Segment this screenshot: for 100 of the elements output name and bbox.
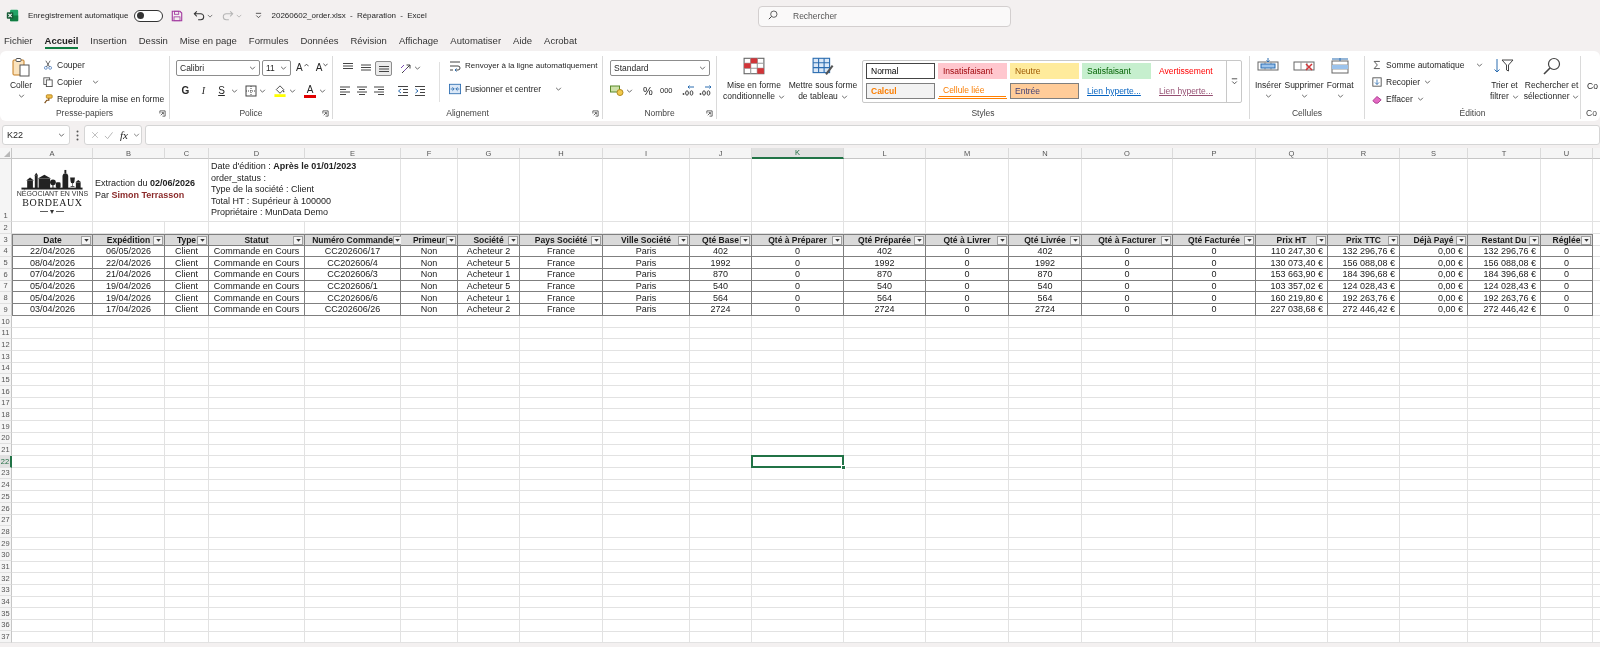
fill-handle[interactable] [841,464,846,470]
more-options-icon[interactable] [76,129,79,141]
caret-icon[interactable] [206,13,213,18]
percent-style-button[interactable]: % [641,83,655,98]
delete-button[interactable]: Supprimer [1284,56,1324,98]
paste-button[interactable]: Coller [4,56,38,98]
ribbon-button[interactable]: Co [1587,56,1598,91]
find-select-button[interactable]: Rechercher et sélectionner [1523,56,1580,102]
filter-button[interactable] [1581,235,1591,245]
caret-icon[interactable] [626,88,633,93]
autosave-toggle[interactable] [133,9,163,22]
filter-button[interactable] [1388,235,1398,245]
wrap-text-button[interactable]: Renvoyer à la ligne automatiquement [447,57,600,74]
menu-tab[interactable]: Aide [513,33,533,49]
cell-style-button[interactable]: Lien hyperte... [1082,83,1151,99]
dialog-launcher-icon[interactable] [159,109,166,117]
menu-tab[interactable]: Automatiser [450,33,502,49]
check-icon[interactable] [104,130,113,140]
insert-function-button[interactable]: fx [120,129,128,141]
dialog-launcher-icon[interactable] [592,109,599,117]
menu-tab[interactable]: Insertion [90,33,127,49]
filter-button[interactable] [1070,235,1080,245]
filter-button[interactable] [1529,235,1539,245]
menu-tab[interactable]: Affichage [398,33,439,49]
align-left-icon[interactable] [339,84,351,97]
borders-icon[interactable] [245,84,257,97]
decrease-indent-icon[interactable] [397,84,409,97]
align-bottom-button[interactable] [375,60,392,76]
filter-button[interactable] [997,235,1007,245]
accounting-format-icon[interactable] [610,84,624,97]
caret-icon[interactable] [1476,62,1484,67]
filter-button[interactable] [1161,235,1171,245]
menu-tab[interactable]: Formules [248,33,289,49]
bold-button[interactable]: G [178,83,193,98]
menu-tab[interactable]: Données [300,33,339,49]
format-button[interactable]: Format [1326,56,1354,98]
align-center-icon[interactable] [356,84,368,97]
underline-button[interactable]: S [214,83,229,98]
merge-center-button[interactable]: Fusionner et centrer [447,80,600,97]
filter-button[interactable] [1316,235,1326,245]
filter-button[interactable] [197,235,207,245]
caret-icon[interactable] [92,79,100,84]
menu-tab[interactable]: Accueil [44,33,79,49]
cell-style-button[interactable]: Entrée [1010,83,1079,99]
name-box[interactable]: K22 [2,125,70,145]
filter-button[interactable] [832,235,842,245]
undo-icon[interactable] [192,9,205,22]
cell-style-button[interactable]: Lien hyperte... [1154,83,1223,99]
filter-button[interactable] [914,235,924,245]
autosum-button[interactable]: Somme automatique [1370,56,1486,73]
filter-button[interactable] [293,235,303,245]
increase-indent-icon[interactable] [414,84,426,97]
filter-button[interactable] [740,235,750,245]
font-name-dropdown[interactable]: Calibri [176,60,260,76]
menu-tab[interactable]: Révision [350,33,387,49]
caret-icon[interactable] [414,66,421,70]
filter-button[interactable] [1456,235,1466,245]
align-right-icon[interactable] [373,84,385,97]
save-icon[interactable] [170,9,183,22]
cell-style-button[interactable]: Normal [866,63,935,79]
caret-icon[interactable] [259,88,266,93]
clear-button[interactable]: Effacer [1370,90,1486,107]
menu-tab[interactable]: Fichier [4,33,33,49]
decrease-decimal-icon[interactable] [698,85,712,96]
caret-icon[interactable] [231,88,238,93]
menu-tab[interactable]: Mise en page [179,33,237,49]
font-color-button[interactable]: A [303,83,317,98]
dialog-launcher-icon[interactable] [322,109,329,117]
decrease-font-size-button[interactable]: A [313,60,331,76]
caret-icon[interactable] [555,86,563,91]
menu-tab[interactable]: Acrobat [544,33,577,49]
paint-bucket-icon[interactable] [273,84,287,97]
filter-button[interactable] [591,235,601,245]
copy-button[interactable]: Copier [41,73,167,90]
cell-style-button[interactable]: Avertissement [1154,63,1223,79]
conditional-formatting-button[interactable]: Mise en forme conditionnelle [723,56,785,102]
formula-input[interactable] [145,125,1600,145]
number-format-dropdown[interactable]: Standard [610,60,710,76]
search-field[interactable]: Rechercher [758,5,1011,27]
dialog-launcher-icon[interactable] [706,109,713,117]
menu-tab[interactable]: Dessin [138,33,168,49]
increase-decimal-icon[interactable] [681,85,695,96]
cut-button[interactable]: Couper [41,56,167,73]
fill-button[interactable]: Recopier [1370,73,1486,90]
format-as-table-button[interactable]: Mettre sous forme de tableau [787,56,859,102]
insert-button[interactable]: Insérer [1255,56,1282,98]
cell-style-button[interactable]: Neutre [1010,63,1079,79]
format-painter-button[interactable]: Reproduire la mise en forme [41,90,167,107]
filter-button[interactable] [1244,235,1254,245]
caret-icon[interactable] [319,88,326,93]
font-size-dropdown[interactable]: 11 [262,60,291,76]
caret-icon[interactable] [289,88,296,93]
sort-filter-button[interactable]: Trier et filtrer [1487,56,1522,102]
filter-button[interactable] [446,235,456,245]
cell-style-button[interactable]: Satisfaisant [1082,63,1151,79]
text-orientation-icon[interactable] [400,62,412,74]
filter-button[interactable] [153,235,163,245]
italic-button[interactable]: I [196,83,211,98]
increase-font-size-button[interactable]: A [294,60,311,76]
filter-button[interactable] [81,235,91,245]
